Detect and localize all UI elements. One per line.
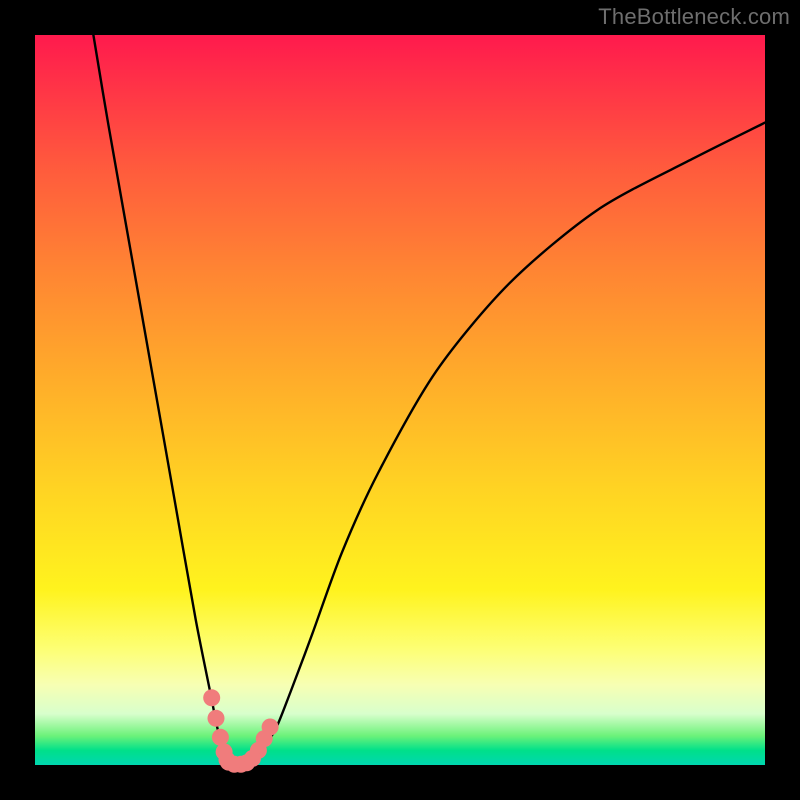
watermark-text: TheBottleneck.com: [598, 4, 790, 30]
chart-plot-area: [35, 35, 765, 765]
curve-markers: [203, 689, 278, 773]
bottleneck-curve: [93, 35, 765, 765]
chart-svg: [35, 35, 765, 765]
marker-dot: [203, 689, 220, 706]
marker-dot: [212, 729, 229, 746]
marker-dot: [262, 719, 279, 736]
chart-frame: TheBottleneck.com: [0, 0, 800, 800]
marker-dot: [208, 710, 225, 727]
marker-dot: [244, 750, 261, 767]
